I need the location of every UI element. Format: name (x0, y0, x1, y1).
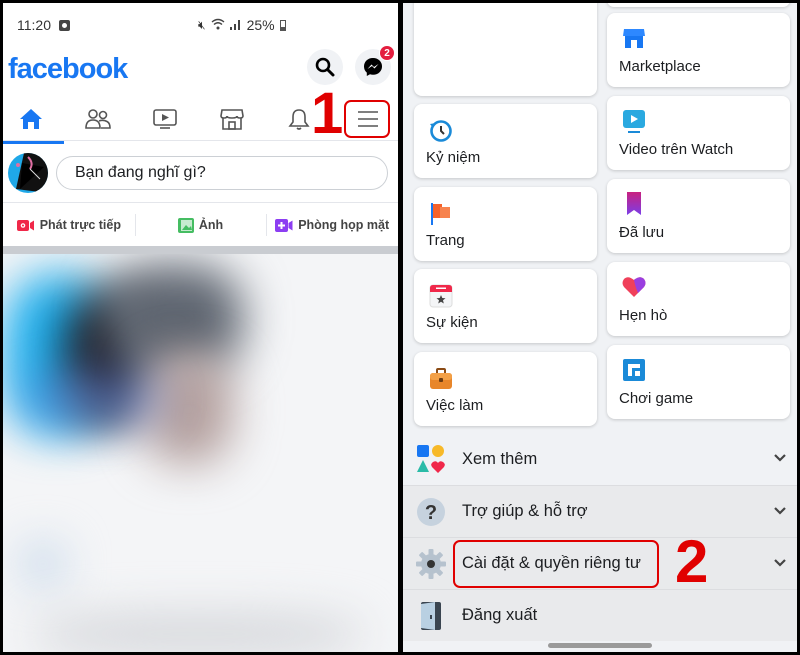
status-bar: 11:20 🔇︎ 25% (3, 3, 398, 47)
shortcut-dating[interactable]: Hẹn hò (607, 262, 790, 336)
live-video-label: Phát trực tiếp (39, 218, 121, 232)
watch-icon (623, 110, 645, 133)
see-more-icon (417, 445, 445, 473)
shortcut-saved[interactable]: Đã lưu (607, 179, 790, 253)
news-feed-blurred (3, 254, 398, 652)
shortcut-label: Kỷ niệm (426, 149, 481, 166)
menu-row-label: Đăng xuất (462, 606, 538, 624)
photo-label: Ảnh (198, 218, 224, 232)
pages-flag-icon (431, 203, 450, 225)
shortcut-jobs[interactable]: Việc làm (414, 352, 597, 426)
facebook-home-screen: 11:20 🔇︎ 25% facebook 2 1 Bạn đang nghĩ … (3, 3, 398, 652)
menu-row-help[interactable]: ? Trợ giúp & hỗ trợ (403, 485, 797, 537)
photo-button[interactable]: Ảnh (134, 204, 267, 246)
tab-marketplace[interactable] (204, 101, 260, 137)
menu-row-label: Xem thêm (462, 449, 538, 468)
shortcut-label: Marketplace (619, 58, 701, 75)
shortcut-label: Trang (426, 232, 465, 249)
logout-door-icon (421, 602, 441, 630)
facebook-menu-screen: Marketplace Kỷ niệm Video trên Watch Tra… (403, 3, 797, 652)
home-icon (20, 109, 42, 129)
post-composer: Bạn đang nghĩ gì? (3, 143, 398, 203)
search-button[interactable] (307, 49, 343, 85)
shortcut-marketplace[interactable]: Marketplace (607, 13, 790, 87)
shortcut-memories[interactable]: Kỷ niệm (414, 104, 597, 178)
tab-home[interactable] (3, 101, 64, 144)
chevron-down-icon (774, 559, 786, 567)
photo-icon (177, 217, 194, 233)
shortcut-pages[interactable]: Trang (414, 187, 597, 261)
home-indicator[interactable] (548, 643, 652, 648)
chevron-down-icon (774, 454, 786, 462)
room-icon (275, 218, 293, 232)
composer-actions: Phát trực tiếp Ảnh Phòng họp mặt (3, 204, 398, 246)
marketplace-icon (623, 29, 645, 48)
saved-bookmark-icon (627, 192, 641, 215)
shortcut-label: Việc làm (426, 397, 484, 414)
mute-icon: 🔇︎ (198, 17, 206, 32)
room-label: Phòng họp mặt (298, 218, 390, 232)
room-button[interactable]: Phòng họp mặt (266, 204, 398, 246)
notification-icon (59, 19, 70, 31)
facebook-logo[interactable]: facebook (8, 53, 128, 86)
nav-tabs: 1 (3, 85, 398, 144)
menu-row-see-more[interactable]: Xem thêm (403, 433, 797, 485)
shortcut-label: Hẹn hò (619, 307, 668, 324)
live-video-button[interactable]: Phát trực tiếp (3, 204, 135, 246)
shortcut-label: Chơi game (619, 390, 694, 407)
annotation-highlight-settings (453, 540, 659, 588)
whats-on-your-mind-input[interactable]: Bạn đang nghĩ gì? (56, 156, 388, 190)
status-icons: 🔇︎ 25% (198, 17, 286, 33)
dating-heart-icon (622, 277, 646, 297)
battery-percent: 25% (246, 17, 275, 33)
svg-text:?: ? (425, 502, 437, 524)
jobs-briefcase-icon (430, 368, 452, 389)
tab-friends[interactable] (70, 101, 126, 137)
search-icon (315, 57, 335, 77)
avatar[interactable] (8, 153, 48, 193)
messenger-badge: 2 (379, 45, 395, 61)
shortcut-watch[interactable]: Video trên Watch (607, 96, 790, 170)
chevron-down-icon (774, 507, 786, 515)
annotation-highlight-menu (344, 100, 390, 138)
bell-icon (288, 109, 310, 130)
shortcut-label: Đã lưu (619, 224, 665, 241)
store-icon (220, 109, 244, 130)
video-icon (153, 109, 177, 129)
status-time: 11:20 (17, 17, 51, 33)
events-calendar-icon (429, 284, 453, 308)
wifi-icon (211, 17, 225, 33)
annotation-step-2: 2 (675, 528, 709, 595)
help-icon: ? (417, 498, 445, 526)
friends-icon (85, 109, 111, 129)
signal-icon (229, 17, 242, 33)
shortcut-label: Sự kiện (426, 314, 478, 331)
menu-row-logout[interactable]: Đăng xuất (403, 589, 797, 641)
shortcut-gaming[interactable]: Chơi game (607, 345, 790, 419)
memories-icon (430, 120, 452, 142)
annotation-step-1: 1 (311, 81, 344, 146)
shortcut-card-cropped[interactable] (414, 3, 597, 96)
menu-row-label: Trợ giúp & hỗ trợ (462, 502, 588, 520)
shortcut-events[interactable]: Sự kiện (414, 269, 597, 343)
feed-separator (3, 246, 398, 254)
shortcut-label: Video trên Watch (619, 141, 734, 158)
messenger-icon (364, 58, 382, 76)
tab-watch[interactable] (137, 101, 193, 137)
live-video-icon (16, 219, 34, 231)
settings-gear-icon (416, 549, 446, 579)
battery-icon (279, 19, 286, 31)
messenger-button[interactable]: 2 (355, 45, 395, 85)
gaming-icon (623, 359, 645, 381)
shortcut-card-cropped-top[interactable] (607, 3, 790, 7)
